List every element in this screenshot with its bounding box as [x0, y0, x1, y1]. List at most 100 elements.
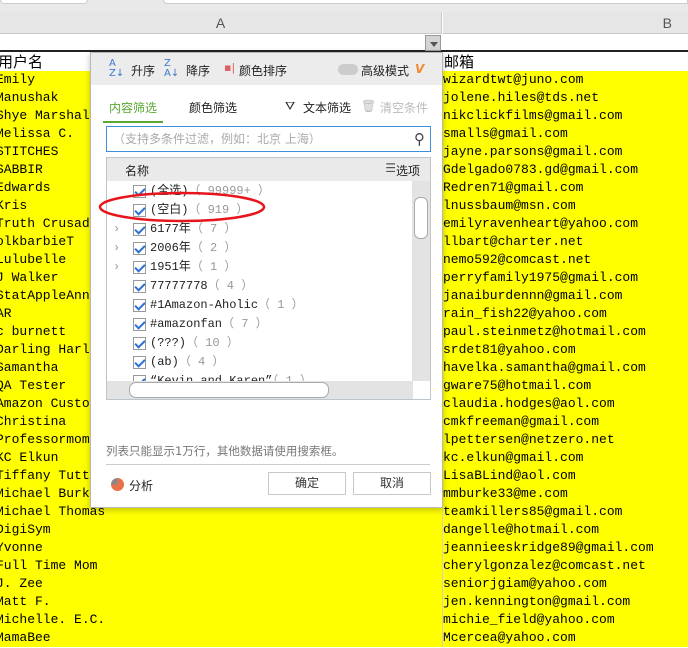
checkbox[interactable]: [133, 337, 146, 350]
username-cell[interactable]: J. Zee: [0, 575, 442, 593]
vip-icon: V: [415, 62, 425, 76]
email-cell[interactable]: Mcercea@yahoo.com: [443, 629, 688, 647]
options-icon: ☰: [385, 161, 396, 175]
search-placeholder: （支持多条件过滤，例如：北京 上海）: [113, 132, 321, 146]
item-label: (???): [150, 336, 187, 350]
email-cell[interactable]: srdet81@yahoo.com: [443, 341, 688, 359]
item-count: （ 2 ）: [190, 241, 237, 255]
email-cell[interactable]: jayne.parsons@gmail.com: [443, 143, 688, 161]
email-cell[interactable]: janaiburdennn@gmail.com: [443, 287, 688, 305]
email-cell[interactable]: jolene.hiles@tds.net: [443, 89, 688, 107]
scroll-thumb[interactable]: [129, 382, 329, 398]
item-count: （ 7 ）: [222, 317, 268, 331]
item-label: 77777778: [150, 279, 208, 293]
tab-color-filter[interactable]: 颜色筛选: [189, 99, 237, 116]
advanced-mode-label: 高级模式: [361, 64, 410, 78]
options-button[interactable]: 选项: [396, 162, 420, 179]
advanced-mode-toggle[interactable]: [338, 64, 358, 75]
item-label: 6177年: [150, 222, 191, 236]
sort-toolbar: A Z↓ 升序 Z A↓ 降序 ▪| 颜色排序 高级模式 V: [91, 53, 442, 85]
checkbox[interactable]: [133, 242, 146, 255]
checkbox[interactable]: [133, 299, 146, 312]
email-cell[interactable]: seniorjgiam@yahoo.com: [443, 575, 688, 593]
username-cell[interactable]: Matt F.: [0, 593, 442, 611]
search-icon[interactable]: ⚲: [414, 127, 425, 151]
list-header-name: 名称: [125, 164, 150, 178]
filter-search-input[interactable]: （支持多条件过滤，例如：北京 上海） ⚲: [106, 126, 431, 152]
username-cell[interactable]: Yvonne: [0, 539, 442, 557]
sort-desc-button[interactable]: 降序: [186, 62, 210, 79]
email-cell[interactable]: Gdelgado0783.gd@gmail.com: [443, 161, 688, 179]
email-cell[interactable]: claudia.hodges@aol.com: [443, 395, 688, 413]
email-cell[interactable]: nemo592@comcast.net: [443, 251, 688, 269]
item-label: 1951年: [150, 260, 191, 274]
trash-icon: 🗑: [361, 99, 377, 113]
email-cell[interactable]: mmburke33@me.com: [443, 485, 688, 503]
email-cell[interactable]: gware75@hotmail.com: [443, 377, 688, 395]
checkbox[interactable]: [133, 280, 146, 293]
email-cell[interactable]: jen.kennington@gmail.com: [443, 593, 688, 611]
checkbox[interactable]: [133, 318, 146, 331]
email-cell[interactable]: perryfamily1975@gmail.com: [443, 269, 688, 287]
tab[interactable]: [163, 0, 688, 4]
expand-chevron-icon[interactable]: ›: [113, 258, 120, 277]
email-cell[interactable]: llbart@charter.net: [443, 233, 688, 251]
pie-chart-icon: [111, 478, 124, 491]
email-cell[interactable]: paul.steinmetz@hotmail.com: [443, 323, 688, 341]
clear-conditions-button[interactable]: 清空条件: [380, 99, 428, 116]
filter-popup: A Z↓ 升序 Z A↓ 降序 ▪| 颜色排序 高级模式 V 内容筛选 颜色筛选 ⛛…: [90, 52, 443, 508]
checkbox[interactable]: [133, 223, 146, 236]
email-cell[interactable]: havelka.samantha@gmail.com: [443, 359, 688, 377]
email-cell[interactable]: dangelle@hotmail.com: [443, 521, 688, 539]
filter-dropdown-button[interactable]: [425, 35, 441, 51]
email-cell[interactable]: jeannieeskridge89@gmail.com: [443, 539, 688, 557]
email-cell[interactable]: lnussbaum@msn.com: [443, 197, 688, 215]
email-column: wizardtwt@juno.com jolene.hiles@tds.net ni…: [442, 71, 688, 647]
color-sort-button[interactable]: 颜色排序: [239, 62, 287, 79]
username-cell[interactable]: MamaBee: [0, 629, 442, 647]
item-count: （ 4 ）: [178, 355, 225, 369]
analyze-button[interactable]: 分析: [129, 477, 153, 494]
email-cell[interactable]: Redren71@gmail.com: [443, 179, 688, 197]
vertical-scrollbar[interactable]: [412, 181, 430, 381]
header-username[interactable]: 用户名: [0, 53, 43, 71]
email-cell[interactable]: wizardtwt@juno.com: [443, 71, 688, 89]
email-cell[interactable]: lpettersen@netzero.net: [443, 431, 688, 449]
column-header-a[interactable]: A: [0, 12, 442, 34]
email-cell[interactable]: cherylgonzalez@comcast.net: [443, 557, 688, 575]
email-cell[interactable]: nikclickfilms@gmail.com: [443, 107, 688, 125]
username-cell[interactable]: Full Time Mom: [0, 557, 442, 575]
expand-chevron-icon[interactable]: ›: [113, 239, 120, 258]
email-cell[interactable]: smalls@gmail.com: [443, 125, 688, 143]
horizontal-scrollbar[interactable]: [107, 381, 413, 399]
tab[interactable]: [0, 0, 88, 4]
tab-content-filter[interactable]: 内容筛选: [103, 99, 164, 123]
item-count: （ 4 ）: [207, 279, 254, 293]
item-count: （ 1 ）: [190, 260, 237, 274]
email-cell[interactable]: teamkillers85@gmail.com: [443, 503, 688, 521]
email-cell[interactable]: LisaBLind@aol.com: [443, 467, 688, 485]
column-header-b[interactable]: B: [443, 12, 688, 34]
cancel-button[interactable]: 取消: [353, 472, 431, 495]
email-cell[interactable]: kc.elkun@gmail.com: [443, 449, 688, 467]
email-cell[interactable]: emilyravenheart@yahoo.com: [443, 215, 688, 233]
sort-asc-button[interactable]: 升序: [131, 62, 155, 79]
text-filter-button[interactable]: 文本筛选: [303, 99, 351, 116]
checkbox[interactable]: [133, 356, 146, 369]
username-cell[interactable]: Michelle. E.C.: [0, 611, 442, 629]
red-annotation-ellipse: [98, 191, 266, 223]
email-cell[interactable]: michie_field@yahoo.com: [443, 611, 688, 629]
list-limit-note: 列表只能显示1万行，其他数据请使用搜索框。: [106, 444, 344, 458]
header-email[interactable]: 邮箱: [444, 53, 474, 71]
email-cell[interactable]: cmkfreeman@gmail.com: [443, 413, 688, 431]
item-label: 2006年: [150, 241, 191, 255]
sort-asc-icon: A Z↓: [109, 58, 125, 79]
username-cell[interactable]: DigiSym: [0, 521, 442, 539]
checkbox[interactable]: [133, 261, 146, 274]
sheet-tab-strip: [0, 0, 688, 12]
email-cell[interactable]: rain_fish22@yahoo.com: [443, 305, 688, 323]
item-count: （ 1 ）: [258, 298, 304, 312]
ok-button[interactable]: 确定: [268, 472, 346, 495]
sort-desc-icon: Z A↓: [164, 58, 180, 79]
scroll-thumb[interactable]: [414, 197, 428, 239]
